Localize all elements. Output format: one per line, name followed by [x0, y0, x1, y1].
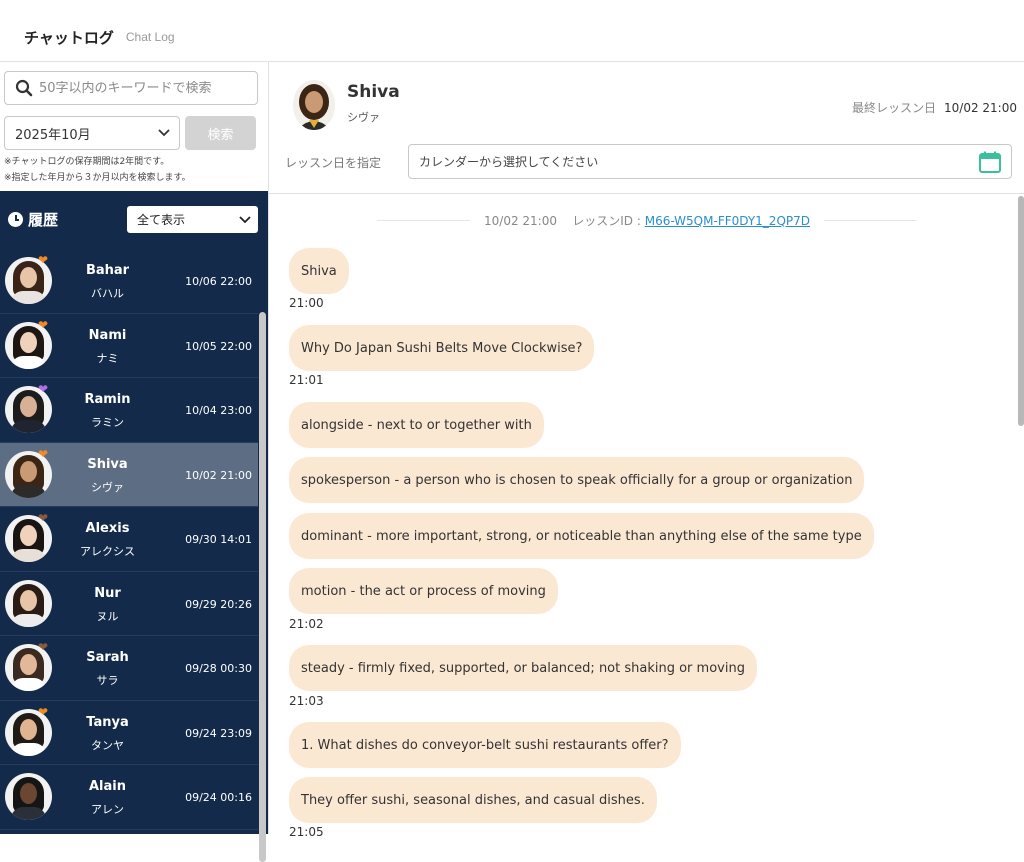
search-icon: [15, 79, 33, 97]
tutor-list-item[interactable]: ❤ Sarah サラ 09/28 00:30: [0, 636, 258, 701]
chat-message-bubble: spokesperson - a person who is chosen to…: [289, 457, 865, 503]
tutor-kana: シヴァ: [347, 111, 380, 124]
chat-message-bubble: alongside - next to or together with: [289, 402, 544, 448]
tutor-list-date: 09/28 00:30: [185, 662, 252, 675]
tutor-list-name: Alexis: [85, 521, 130, 536]
lesson-date-picker[interactable]: カレンダーから選択してください: [408, 144, 1012, 179]
favorite-heart-icon: ❤: [38, 640, 49, 654]
tutor-list-date: 10/04 23:00: [185, 404, 252, 417]
page-title: チャットログ: [24, 29, 114, 47]
chat-message-bubble: dominant - more important, strong, or no…: [289, 513, 874, 559]
tutor-list-name: Nur: [94, 585, 121, 601]
chat-message-bubble: They offer sushi, seasonal dishes, and c…: [289, 777, 657, 823]
month-select-value: 2025年10月: [15, 127, 91, 143]
tutor-list-item[interactable]: ❤ Shiva シヴァ 10/02 21:00: [0, 442, 258, 507]
tutor-list-date: 09/24 00:16: [185, 791, 252, 804]
chat-scrollbar[interactable]: [1018, 196, 1024, 426]
tutor-list-date: 09/30 14:01: [185, 533, 252, 546]
session-info: 10/02 21:00 レッスンID : M66-W5QM-FF0DY1_2QP…: [470, 212, 824, 229]
session-time: 10/02 21:00: [484, 214, 557, 228]
tutor-list-kana: タンヤ: [91, 738, 124, 752]
avatar: [5, 579, 52, 627]
favorite-heart-icon: ❤: [38, 446, 49, 461]
chevron-down-icon: [158, 129, 170, 137]
history-panel: 履歴 全て表示 ❤ Bahar バハル 10/06 22:00 ❤ Nami ナミ 10/05…: [0, 191, 268, 834]
favorite-heart-icon: ❤: [38, 511, 49, 525]
avatar: [293, 80, 335, 130]
avatar: [5, 773, 52, 820]
history-filter-select[interactable]: 全て表示: [127, 206, 258, 233]
search-range-note: ※指定した年月から３か月以内を検索します。: [4, 173, 191, 183]
chat-message-bubble: Shiva: [289, 248, 349, 294]
tutor-list-kana: バハル: [91, 287, 124, 300]
left-scrollbar[interactable]: [259, 312, 266, 862]
tutor-list-name: Sarah: [86, 650, 129, 665]
tutor-list: ❤ Bahar バハル 10/06 22:00 ❤ Nami ナミ 10/05 22:00 ❤ R…: [0, 249, 258, 830]
tutor-list-date: 10/06 22:00: [185, 275, 252, 288]
tutor-list-date: 09/24 23:09: [185, 726, 252, 740]
tutor-list-name: Alain: [88, 779, 126, 794]
chat-header: Shiva シヴァ 最終レッスン日 10/02 21:00 レッスン日を指定 カレ…: [269, 62, 1024, 194]
tutor-list-item[interactable]: ❤ Alexis アレクシス 09/30 14:01: [0, 507, 258, 572]
chat-message-time: 21:03: [289, 694, 324, 708]
tutor-list-name: Tanya: [86, 714, 129, 730]
month-select[interactable]: 2025年10月: [4, 116, 180, 150]
tutor-list-kana: アレクシス: [80, 545, 135, 558]
tutor-list-item[interactable]: ❤ Bahar バハル 10/06 22:00: [0, 249, 258, 314]
calendar-icon[interactable]: [978, 150, 1002, 174]
history-heading: 履歴: [8, 209, 58, 230]
favorite-heart-icon: ❤: [38, 253, 49, 267]
favorite-heart-icon: ❤: [38, 382, 49, 396]
chat-message-bubble: steady - firmly fixed, supported, or bal…: [289, 645, 757, 691]
chat-panel: Shiva シヴァ 最終レッスン日 10/02 21:00 レッスン日を指定 カレ…: [268, 62, 1024, 839]
tutor-list-kana: ナミ: [96, 351, 119, 365]
tutor-list-kana: サラ: [96, 674, 119, 687]
chat-message-time: 21:05: [289, 825, 324, 839]
keyword-search-box[interactable]: [4, 71, 258, 105]
chat-message-bubble: motion - the act or process of moving: [289, 568, 558, 614]
app-header: チャットログ Chat Log: [0, 0, 1024, 62]
tutor-name: Shiva: [347, 82, 400, 102]
tutor-list-date: 10/05 22:00: [185, 339, 252, 353]
history-title: 履歴: [28, 211, 59, 229]
search-button[interactable]: 検索: [185, 116, 256, 150]
date-filter-label: レッスン日を指定: [285, 156, 382, 170]
chat-message-time: 21:01: [289, 373, 324, 387]
last-lesson-value: 10/02 21:00: [944, 101, 1017, 115]
tutor-list-name: Bahar: [85, 263, 130, 278]
tutor-list-item[interactable]: Nur ヌル 09/29 20:26: [0, 572, 258, 636]
left-panel: 2025年10月 検索 ※チャットログの保存期間は2年間です。 ※指定した年月か…: [0, 62, 268, 862]
tutor-list-item[interactable]: Alain アレン 09/24 00:16: [0, 765, 258, 830]
chat-message-bubble: Why Do Japan Sushi Belts Move Clockwise?: [289, 325, 595, 371]
tutor-list-kana: アレン: [91, 803, 124, 816]
tutor-list-kana: シヴァ: [91, 480, 124, 494]
tutor-list-name: Ramin: [84, 392, 131, 407]
page-subtitle: Chat Log: [125, 29, 175, 44]
search-input[interactable]: [39, 80, 239, 96]
lesson-id-link[interactable]: M66-W5QM-FF0DY1_2QP7D: [645, 214, 810, 228]
tutor-list-kana: ヌル: [96, 609, 119, 623]
tutor-list-name: Nami: [88, 327, 127, 343]
tutor-list-item[interactable]: ❤ Nami ナミ 10/05 22:00: [0, 314, 258, 378]
tutor-list-date: 09/29 20:26: [185, 597, 252, 611]
favorite-heart-icon: ❤: [38, 317, 49, 332]
chat-message-time: 21:02: [289, 617, 324, 631]
chat-message-time: 21:00: [289, 296, 324, 310]
last-lesson-label: 最終レッスン日: [852, 101, 937, 115]
clock-icon: [8, 212, 23, 227]
last-lesson: 最終レッスン日 10/02 21:00: [852, 99, 1017, 116]
tutor-list-item[interactable]: ❤ Tanya タンヤ 09/24 23:09: [0, 701, 258, 765]
tutor-list-name: Shiva: [87, 456, 128, 472]
chevron-down-icon: [239, 215, 251, 223]
history-filter-value: 全て表示: [137, 213, 186, 227]
retention-note: ※チャットログの保存期間は2年間です。: [4, 157, 170, 167]
favorite-heart-icon: ❤: [38, 704, 49, 719]
tutor-list-date: 10/02 21:00: [185, 468, 252, 482]
lesson-id-label: レッスンID :: [572, 214, 641, 228]
tutor-list-kana: ラミン: [91, 416, 124, 429]
date-picker-placeholder: カレンダーから選択してください: [419, 155, 599, 169]
session-divider: 10/02 21:00 レッスンID : M66-W5QM-FF0DY1_2QP…: [377, 212, 917, 229]
tutor-list-item[interactable]: ❤ Ramin ラミン 10/04 23:00: [0, 378, 258, 443]
chat-message-bubble: 1. What dishes do conveyor-belt sushi re…: [289, 722, 681, 768]
